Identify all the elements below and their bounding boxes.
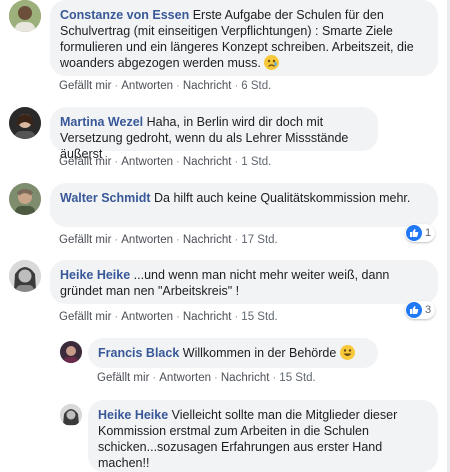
- person-photo-icon: [60, 404, 82, 426]
- reply-bubble: Francis Black Willkommen in der Behörde: [88, 338, 378, 368]
- like-link[interactable]: Gefällt mir: [59, 234, 111, 246]
- reply-link[interactable]: Antworten: [121, 234, 173, 246]
- message-link[interactable]: Nachricht: [183, 156, 232, 168]
- comment-author[interactable]: Walter Schmidt: [60, 191, 151, 205]
- message-link[interactable]: Nachricht: [183, 234, 232, 246]
- message-link[interactable]: Nachricht: [221, 372, 270, 384]
- reply-author[interactable]: Francis Black: [98, 346, 179, 360]
- like-link[interactable]: Gefällt mir: [59, 156, 111, 168]
- reaction-count[interactable]: 3: [405, 301, 436, 319]
- grinning-face-emoji: [339, 345, 355, 360]
- comment-bubble: Heike Heike ...und wenn man nicht mehr w…: [50, 260, 438, 304]
- reply-actions: Gefällt mir · Antworten · Nachricht · 15 Std.: [97, 372, 316, 384]
- message-link[interactable]: Nachricht: [183, 311, 232, 323]
- comment-actions: Gefällt mir · Antworten · Nachricht · 15 Std.: [59, 311, 278, 323]
- comment-actions: Gefällt mir · Antworten · Nachricht · 6 Std.: [59, 80, 272, 92]
- timestamp[interactable]: 17 Std.: [241, 234, 277, 246]
- avatar[interactable]: [9, 0, 41, 32]
- comment-actions: Gefällt mir · Antworten · Nachricht · 17 Std.: [59, 234, 278, 246]
- avatar[interactable]: [60, 404, 82, 426]
- timestamp[interactable]: 1 Std.: [241, 156, 271, 168]
- timestamp[interactable]: 6 Std.: [241, 80, 271, 92]
- thumbs-up-icon: [406, 225, 422, 241]
- reply-text: Willkommen in der Behörde: [182, 346, 337, 360]
- comment-text: Da hilft auch keine Qualitätskommission …: [154, 191, 411, 205]
- avatar[interactable]: [9, 183, 41, 215]
- avatar[interactable]: [9, 107, 41, 139]
- reaction-number: 3: [425, 304, 432, 316]
- reaction-count[interactable]: 1: [405, 224, 436, 242]
- message-link[interactable]: Nachricht: [183, 80, 232, 92]
- reply-link[interactable]: Antworten: [121, 311, 173, 323]
- comment-author[interactable]: Heike Heike: [60, 268, 130, 282]
- reply-link[interactable]: Antworten: [121, 80, 173, 92]
- person-photo-icon: [9, 0, 41, 32]
- like-link[interactable]: Gefällt mir: [59, 311, 111, 323]
- comment-bubble: Walter Schmidt Da hilft auch keine Quali…: [50, 183, 438, 227]
- timestamp[interactable]: 15 Std.: [279, 372, 315, 384]
- comment-actions: Gefällt mir · Antworten · Nachricht · 1 Std.: [59, 156, 272, 168]
- like-link[interactable]: Gefällt mir: [59, 80, 111, 92]
- reaction-number: 1: [425, 227, 432, 239]
- person-photo-icon: [9, 260, 41, 292]
- comment-bubble: Constanze von Essen Erste Aufgabe der Sc…: [50, 0, 438, 76]
- avatar[interactable]: [9, 260, 41, 292]
- person-photo-icon: [60, 341, 82, 363]
- reply-link[interactable]: Antworten: [159, 372, 211, 384]
- person-photo-icon: [9, 183, 41, 215]
- reply-link[interactable]: Antworten: [121, 156, 173, 168]
- comment-author[interactable]: Constanze von Essen: [60, 8, 189, 22]
- reply-bubble: Heike Heike Vielleicht sollte man die Mi…: [88, 400, 438, 472]
- comment-bubble: Martina Wezel Haha, in Berlin wird dir d…: [50, 107, 378, 161]
- sad-face-emoji: [264, 55, 280, 70]
- reply-author[interactable]: Heike Heike: [98, 408, 168, 422]
- timestamp[interactable]: 15 Std.: [241, 311, 277, 323]
- avatar[interactable]: [60, 341, 82, 363]
- like-link[interactable]: Gefällt mir: [97, 372, 149, 384]
- thumbs-up-icon: [406, 302, 422, 318]
- person-photo-icon: [9, 107, 41, 139]
- comment-author[interactable]: Martina Wezel: [60, 115, 143, 129]
